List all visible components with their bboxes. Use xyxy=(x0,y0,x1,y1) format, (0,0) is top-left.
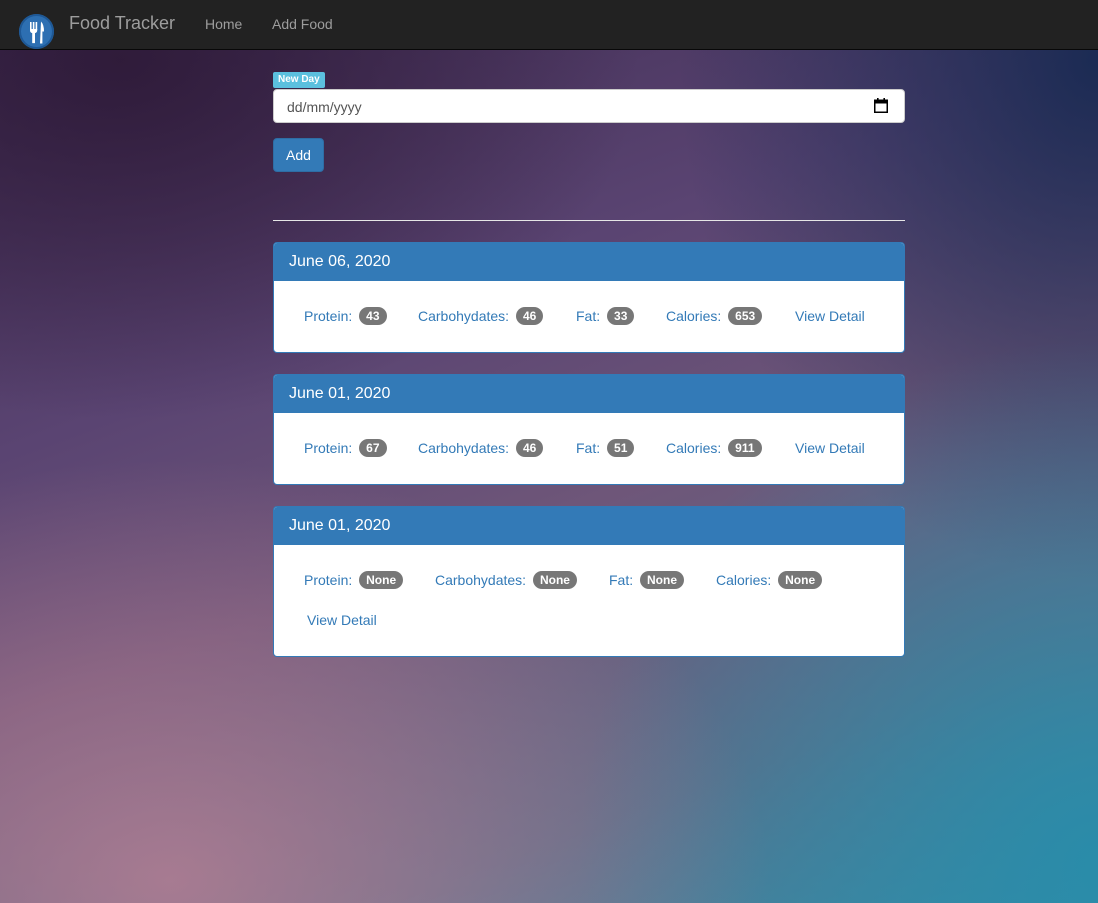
carbs-label: Carbohydates: xyxy=(435,572,527,588)
day-date: June 01, 2020 xyxy=(274,507,904,545)
fat-stat: Fat: None xyxy=(609,571,685,589)
fork-knife-icon[interactable] xyxy=(19,14,54,49)
protein-label: Protein: xyxy=(304,308,353,324)
day-panel: June 01, 2020 Protein: 67 Carbohydates: … xyxy=(273,374,905,485)
protein-label: Protein: xyxy=(304,440,353,456)
carbs-stat: Carbohydates: None xyxy=(435,571,577,589)
calories-label: Calories: xyxy=(666,440,722,456)
carbs-badge: 46 xyxy=(515,307,544,325)
protein-badge: 43 xyxy=(359,307,387,325)
protein-badge: None xyxy=(359,571,404,589)
carbs-badge: None xyxy=(532,571,577,589)
view-detail-link[interactable]: View Detail xyxy=(795,308,865,324)
nav-link-add-food[interactable]: Add Food xyxy=(272,16,333,32)
calories-badge: 653 xyxy=(728,307,763,325)
protein-stat: Protein: 43 xyxy=(304,307,387,325)
day-panel: June 01, 2020 Protein: None Carbohydates… xyxy=(273,506,905,657)
fat-label: Fat: xyxy=(576,308,601,324)
fat-badge: None xyxy=(640,571,685,589)
day-date: June 01, 2020 xyxy=(274,375,904,413)
date-input[interactable]: dd/mm/yyyy xyxy=(273,89,905,123)
day-date: June 06, 2020 xyxy=(274,243,904,281)
fat-badge: 51 xyxy=(607,439,635,457)
calories-stat: Calories: None xyxy=(716,571,823,589)
calendar-icon[interactable] xyxy=(874,98,888,113)
fat-label: Fat: xyxy=(576,440,601,456)
divider xyxy=(273,220,905,221)
view-detail-link[interactable]: View Detail xyxy=(795,440,865,456)
protein-stat: Protein: None xyxy=(304,571,404,589)
carbs-label: Carbohydates: xyxy=(418,440,510,456)
date-placeholder: dd/mm/yyyy xyxy=(287,99,362,115)
day-panel: June 06, 2020 Protein: 43 Carbohydates: … xyxy=(273,242,905,353)
fat-badge: 33 xyxy=(607,307,635,325)
view-detail-link[interactable]: View Detail xyxy=(307,612,377,628)
calories-label: Calories: xyxy=(716,572,772,588)
fat-stat: Fat: 51 xyxy=(576,439,635,457)
calories-badge: 911 xyxy=(728,439,762,457)
carbs-stat: Carbohydates: 46 xyxy=(418,307,544,325)
carbs-stat: Carbohydates: 46 xyxy=(418,439,544,457)
protein-label: Protein: xyxy=(304,572,353,588)
carbs-label: Carbohydates: xyxy=(418,308,510,324)
calories-badge: None xyxy=(778,571,823,589)
navbar: Food Tracker Home Add Food xyxy=(0,0,1098,50)
new-day-label: New Day xyxy=(273,72,325,88)
fat-label: Fat: xyxy=(609,572,634,588)
calories-stat: Calories: 653 xyxy=(666,307,763,325)
protein-stat: Protein: 67 xyxy=(304,439,387,457)
protein-badge: 67 xyxy=(359,439,387,457)
nav-link-home[interactable]: Home xyxy=(205,16,242,32)
calories-stat: Calories: 911 xyxy=(666,439,762,457)
fat-stat: Fat: 33 xyxy=(576,307,635,325)
add-button[interactable]: Add xyxy=(273,138,324,172)
carbs-badge: 46 xyxy=(515,439,544,457)
calories-label: Calories: xyxy=(666,308,722,324)
brand-name[interactable]: Food Tracker xyxy=(69,13,175,34)
